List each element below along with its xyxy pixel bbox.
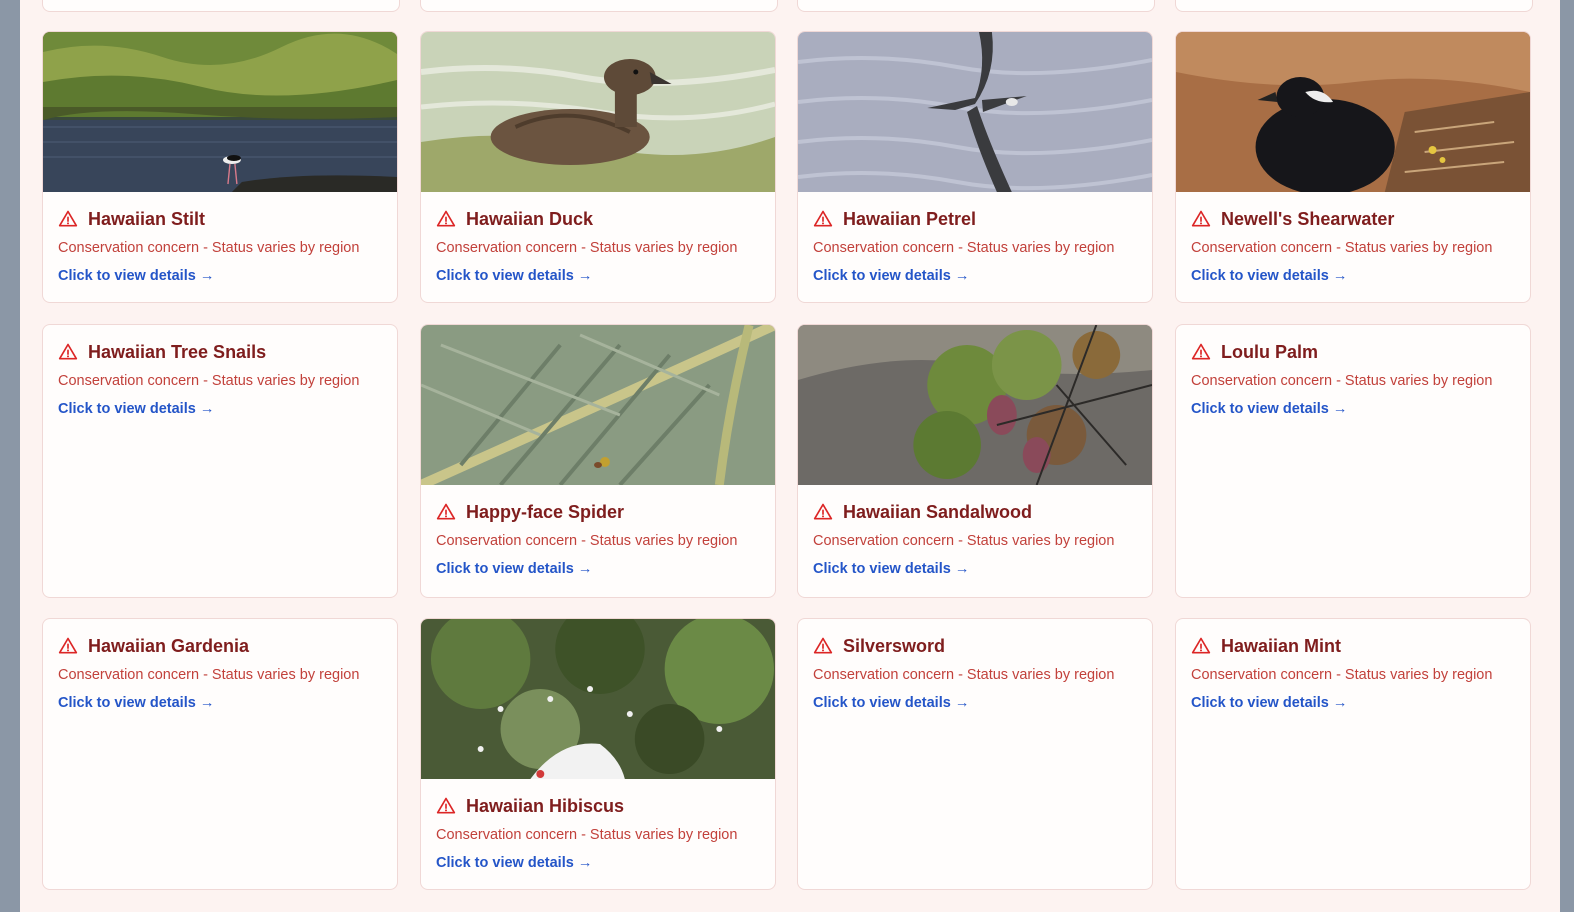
view-details-link[interactable]: Click to view details → bbox=[1191, 268, 1515, 284]
card-body: Silversword Conservation concern - Statu… bbox=[798, 619, 1152, 712]
warning-triangle-icon bbox=[436, 210, 456, 227]
view-details-link[interactable]: Click to view details → bbox=[436, 268, 760, 284]
species-name: Loulu Palm bbox=[1221, 341, 1319, 362]
view-details-link[interactable]: Click to view details → bbox=[58, 268, 382, 284]
window-left-edge bbox=[0, 0, 20, 912]
species-card[interactable]: Hawaiian Tree Snails Conservation concer… bbox=[42, 324, 398, 598]
warning-triangle-icon bbox=[813, 210, 833, 227]
conservation-status: Conservation concern - Status varies by … bbox=[1191, 240, 1493, 256]
view-details-link[interactable]: Click to view details → bbox=[813, 695, 1137, 711]
species-name: Silversword bbox=[843, 635, 946, 656]
warning-triangle-icon bbox=[813, 503, 833, 520]
conservation-status: Conservation concern - Status varies by … bbox=[436, 240, 738, 256]
card-body: Hawaiian Duck Conservation concern - Sta… bbox=[421, 192, 775, 285]
warning-triangle-icon bbox=[58, 343, 78, 360]
species-card[interactable]: Hawaiian Petrel Conservation concern - S… bbox=[797, 31, 1153, 303]
card-body: Newell's Shearwater Conservation concern… bbox=[1176, 192, 1530, 285]
card-title-row: Hawaiian Hibiscus bbox=[436, 795, 760, 817]
species-photo bbox=[421, 32, 775, 192]
species-photo bbox=[43, 32, 397, 192]
view-details-link[interactable]: Click to view details → bbox=[813, 268, 1137, 284]
card-body: Loulu Palm Conservation concern - Status… bbox=[1176, 325, 1530, 418]
species-name: Hawaiian Hibiscus bbox=[466, 795, 625, 816]
species-name: Hawaiian Mint bbox=[1221, 635, 1342, 656]
warning-triangle-icon bbox=[436, 503, 456, 520]
card-body: Hawaiian Petrel Conservation concern - S… bbox=[798, 192, 1152, 285]
card-stub[interactable] bbox=[420, 0, 778, 12]
species-card[interactable]: Happy-face Spider Conservation concern -… bbox=[420, 324, 776, 598]
card-stub[interactable] bbox=[797, 0, 1155, 12]
card-title-row: Hawaiian Mint bbox=[1191, 635, 1515, 657]
card-title-row: Happy-face Spider bbox=[436, 501, 760, 523]
warning-triangle-icon bbox=[436, 797, 456, 814]
species-panel: Hawaiian Stilt Conservation concern - St… bbox=[20, 0, 1560, 912]
conservation-status: Conservation concern - Status varies by … bbox=[436, 827, 738, 843]
species-name: Hawaiian Tree Snails bbox=[88, 341, 267, 362]
conservation-status: Conservation concern - Status varies by … bbox=[1191, 373, 1493, 389]
species-card[interactable]: Hawaiian Duck Conservation concern - Sta… bbox=[420, 31, 776, 303]
conservation-status: Conservation concern - Status varies by … bbox=[58, 373, 360, 389]
species-name: Newell's Shearwater bbox=[1221, 208, 1395, 229]
species-card[interactable]: Newell's Shearwater Conservation concern… bbox=[1175, 31, 1531, 303]
species-card[interactable]: Hawaiian Stilt Conservation concern - St… bbox=[42, 31, 398, 303]
species-name: Hawaiian Duck bbox=[466, 208, 594, 229]
card-stub[interactable] bbox=[42, 0, 400, 12]
conservation-status: Conservation concern - Status varies by … bbox=[813, 667, 1115, 683]
species-name: Hawaiian Sandalwood bbox=[843, 501, 1033, 522]
species-card[interactable]: Hawaiian Gardenia Conservation concern -… bbox=[42, 618, 398, 890]
conservation-status: Conservation concern - Status varies by … bbox=[813, 240, 1115, 256]
card-title-row: Silversword bbox=[813, 635, 1137, 657]
species-photo bbox=[421, 619, 775, 779]
conservation-status: Conservation concern - Status varies by … bbox=[436, 533, 738, 549]
card-body: Hawaiian Mint Conservation concern - Sta… bbox=[1176, 619, 1530, 712]
view-details-link[interactable]: Click to view details → bbox=[436, 561, 760, 577]
card-title-row: Hawaiian Sandalwood bbox=[813, 501, 1137, 523]
species-card[interactable]: Loulu Palm Conservation concern - Status… bbox=[1175, 324, 1531, 598]
card-body: Hawaiian Gardenia Conservation concern -… bbox=[43, 619, 397, 712]
species-card[interactable]: Hawaiian Hibiscus Conservation concern -… bbox=[420, 618, 776, 890]
conservation-status: Conservation concern - Status varies by … bbox=[1191, 667, 1493, 683]
card-body: Happy-face Spider Conservation concern -… bbox=[421, 485, 775, 578]
card-stub[interactable] bbox=[1175, 0, 1533, 12]
species-photo bbox=[798, 32, 1152, 192]
species-name: Hawaiian Petrel bbox=[843, 208, 977, 229]
conservation-status: Conservation concern - Status varies by … bbox=[58, 667, 360, 683]
card-title-row: Hawaiian Gardenia bbox=[58, 635, 382, 657]
warning-triangle-icon bbox=[58, 637, 78, 654]
warning-triangle-icon bbox=[1191, 637, 1211, 654]
card-title-row: Hawaiian Tree Snails bbox=[58, 341, 382, 363]
card-title-row: Loulu Palm bbox=[1191, 341, 1515, 363]
conservation-status: Conservation concern - Status varies by … bbox=[813, 533, 1115, 549]
species-name: Hawaiian Gardenia bbox=[88, 635, 250, 656]
card-title-row: Newell's Shearwater bbox=[1191, 208, 1515, 230]
card-title-row: Hawaiian Duck bbox=[436, 208, 760, 230]
warning-triangle-icon bbox=[813, 637, 833, 654]
species-name: Hawaiian Stilt bbox=[88, 208, 206, 229]
warning-triangle-icon bbox=[58, 210, 78, 227]
card-body: Hawaiian Tree Snails Conservation concer… bbox=[43, 325, 397, 418]
view-details-link[interactable]: Click to view details → bbox=[58, 401, 382, 417]
card-body: Hawaiian Stilt Conservation concern - St… bbox=[43, 192, 397, 285]
card-title-row: Hawaiian Stilt bbox=[58, 208, 382, 230]
warning-triangle-icon bbox=[1191, 343, 1211, 360]
view-details-link[interactable]: Click to view details → bbox=[1191, 401, 1515, 417]
species-card[interactable]: Silversword Conservation concern - Statu… bbox=[797, 618, 1153, 890]
species-photo bbox=[421, 325, 775, 485]
view-details-link[interactable]: Click to view details → bbox=[436, 855, 760, 871]
view-details-link[interactable]: Click to view details → bbox=[1191, 695, 1515, 711]
species-name: Happy-face Spider bbox=[466, 501, 625, 522]
window-right-edge bbox=[1560, 0, 1574, 912]
conservation-status: Conservation concern - Status varies by … bbox=[58, 240, 360, 256]
species-card[interactable]: Hawaiian Sandalwood Conservation concern… bbox=[797, 324, 1153, 598]
view-details-link[interactable]: Click to view details → bbox=[58, 695, 382, 711]
view-details-link[interactable]: Click to view details → bbox=[813, 561, 1137, 577]
species-photo bbox=[1176, 32, 1530, 192]
previous-row-cards bbox=[20, 0, 1560, 12]
card-body: Hawaiian Sandalwood Conservation concern… bbox=[798, 485, 1152, 578]
warning-triangle-icon bbox=[1191, 210, 1211, 227]
card-title-row: Hawaiian Petrel bbox=[813, 208, 1137, 230]
card-body: Hawaiian Hibiscus Conservation concern -… bbox=[421, 779, 775, 872]
species-photo bbox=[798, 325, 1152, 485]
species-card[interactable]: Hawaiian Mint Conservation concern - Sta… bbox=[1175, 618, 1531, 890]
